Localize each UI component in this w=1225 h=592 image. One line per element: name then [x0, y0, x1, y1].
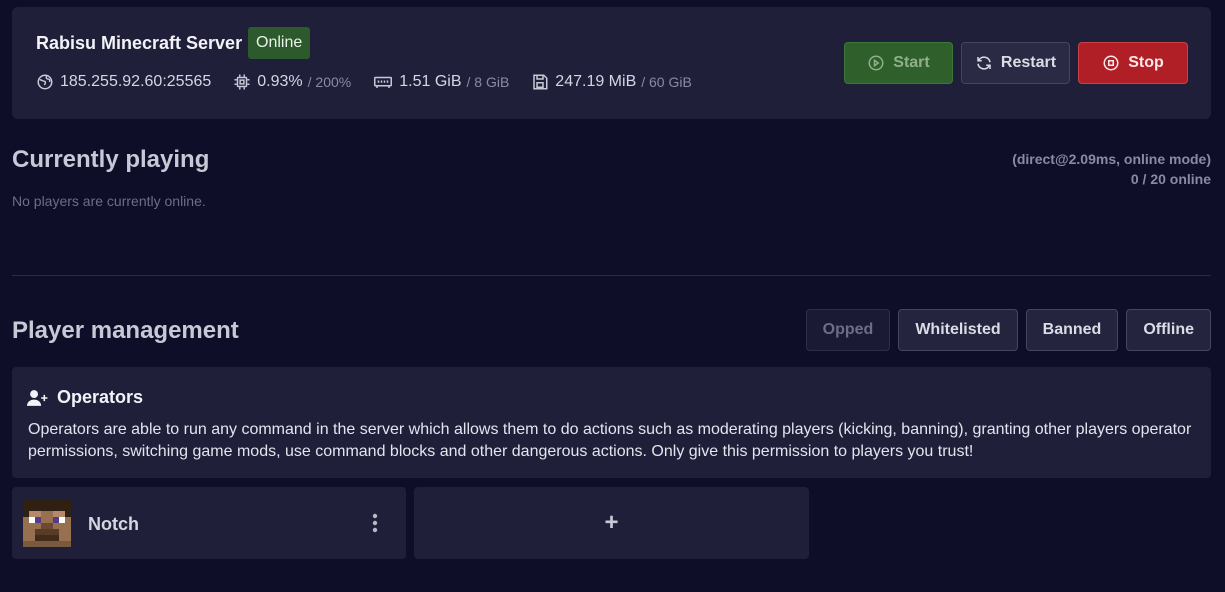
player-management-title: Player management: [12, 317, 239, 344]
player-name: Notch: [88, 514, 139, 534]
address-stat: 185.255.92.60:25565: [36, 73, 211, 91]
currently-playing-title: Currently playing: [12, 146, 210, 173]
disk-value: 247.19 MiB: [555, 73, 637, 90]
player-avatar: [23, 499, 71, 547]
cpu-value: 0.93%: [257, 73, 303, 90]
ping-text: (direct@2.09ms, online mode): [1012, 151, 1211, 167]
stop-button[interactable]: Stop: [1078, 42, 1188, 84]
server-address[interactable]: 185.255.92.60:25565: [60, 73, 211, 91]
refresh-icon: [977, 56, 991, 70]
cpu-stat: 0.93% / 200%: [233, 73, 351, 91]
operators-card: Operators Operators are able to run any …: [12, 367, 1211, 478]
disk-stat: 247.19 MiB / 60 GiB: [531, 73, 692, 91]
start-button[interactable]: Start: [844, 42, 953, 84]
restart-button[interactable]: Restart: [961, 42, 1070, 84]
add-operator-button[interactable]: +: [414, 487, 809, 559]
section-divider: [12, 275, 1211, 276]
memory-icon: [374, 76, 393, 88]
memory-value: 1.51 GiB: [399, 73, 462, 90]
memory-stat: 1.51 GiB / 8 GiB: [373, 73, 509, 91]
status-badge: Online: [248, 27, 311, 59]
memory-limit: / 8 GiB: [466, 74, 510, 90]
player-card[interactable]: Notch: [12, 487, 406, 559]
management-tabs: Opped Whitelisted Banned Offline: [798, 309, 1211, 351]
restart-label: Restart: [1000, 54, 1057, 71]
floppy-disk-icon: [533, 74, 548, 90]
server-actions: Start Restart Stop: [836, 42, 1188, 84]
more-options-icon[interactable]: [372, 513, 378, 533]
disk-limit: / 60 GiB: [641, 74, 692, 90]
server-card: Rabisu Minecraft Server Online 185.255.9…: [12, 7, 1211, 119]
stop-circle-icon: [1103, 55, 1119, 71]
globe-icon: [37, 74, 53, 90]
user-plus-icon: [27, 389, 48, 406]
server-name: Rabisu Minecraft Server: [36, 33, 243, 53]
operators-description: Operators are able to run any command in…: [28, 421, 1192, 460]
operators-header: Operators: [27, 387, 143, 408]
operators-title: Operators: [57, 387, 144, 407]
stop-label: Stop: [1128, 54, 1164, 71]
no-players-message: No players are currently online.: [12, 193, 206, 209]
tab-opped[interactable]: Opped: [805, 309, 891, 351]
player-count: 0 / 20 online: [1130, 171, 1211, 187]
server-stats: 185.255.92.60:25565 0.93% / 200% 1.51 Gi…: [36, 73, 714, 91]
cpu-limit: / 200%: [307, 74, 352, 90]
tab-whitelisted[interactable]: Whitelisted: [898, 309, 1018, 351]
connection-info: (direct@2.09ms, online mode) 0 / 20 onli…: [1012, 149, 1211, 189]
start-label: Start: [893, 54, 930, 71]
tab-banned[interactable]: Banned: [1025, 309, 1119, 351]
plus-icon: +: [604, 509, 619, 536]
play-circle-icon: [868, 55, 884, 71]
cpu-icon: [234, 74, 250, 90]
tab-offline[interactable]: Offline: [1126, 309, 1211, 351]
